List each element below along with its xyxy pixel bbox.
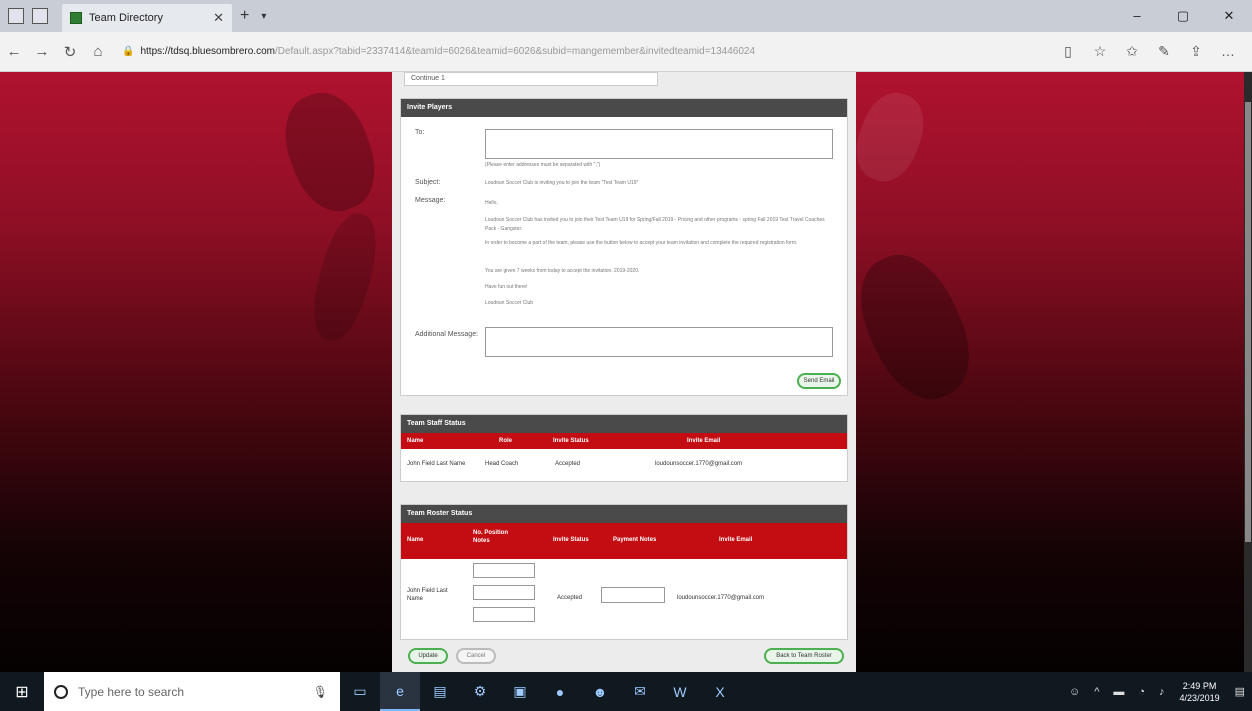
update-button[interactable]: Update [408,648,448,664]
favorite-star-icon[interactable]: ☆ [1084,43,1116,60]
clock[interactable]: 2:49 PM 4/23/2019 [1180,680,1220,704]
people-icon[interactable]: ☻ [580,672,620,711]
additional-message-label: Additional Message: [415,331,479,338]
action-center-icon[interactable]: ▤ [1235,685,1245,698]
url-host: https://tdsq.bluesombrero.com [140,46,275,57]
scrollbar[interactable] [1244,72,1252,672]
tab-title: Team Directory [89,12,163,24]
refresh-icon[interactable]: ↻ [56,43,84,61]
to-hint: (Please enter addresses must be separate… [485,162,601,168]
col-name: Name [407,438,424,444]
staff-role: Head Coach [485,461,519,467]
clock-date: 4/23/2019 [1179,692,1220,703]
message-line: In order to become a part of the team, p… [485,240,798,246]
background-player-figure [271,81,389,223]
more-icon[interactable]: … [1212,43,1244,60]
word-icon[interactable]: W [660,672,700,711]
battery-icon[interactable]: ▬ [1113,686,1124,698]
top-box: Continue 1 [404,72,658,86]
network-icon[interactable]: ◔ [1138,686,1145,698]
background-player-figure [842,240,988,414]
background-player-figure [304,207,386,347]
staff-table-header: Name Role Invite Status Invite Email [401,433,847,449]
file-explorer-icon[interactable]: ▤ [420,672,460,711]
mail-icon[interactable]: ✉ [620,672,660,711]
volume-icon[interactable]: ♪ [1159,686,1165,698]
favicon-icon [70,12,82,24]
home-icon[interactable]: ⌂ [84,43,112,60]
address-bar: ← → ↻ ⌂ 🔒 https://tdsq.bluesombrero.com … [0,32,1252,72]
page-background: Continue 1 Invite Players To: (Please en… [0,72,1252,672]
back-to-roster-button[interactable]: Back to Team Roster [764,648,844,664]
cancel-button[interactable]: Cancel [456,648,496,664]
reading-view-icon[interactable]: ▯ [1052,43,1084,60]
scrollbar-thumb[interactable] [1245,102,1251,542]
message-line: Hello, [485,200,498,206]
tab-back-icon[interactable] [32,8,48,24]
forward-icon[interactable]: → [28,43,56,60]
back-icon[interactable]: ← [0,43,28,60]
excel-icon[interactable]: X [700,672,740,711]
browser-tab[interactable]: Team Directory ✕ [62,4,232,32]
col-invite-status: Invite Status [553,438,589,444]
cortana-icon [54,684,68,699]
message-line: Have fun out there! [485,284,528,290]
task-view-icon[interactable]: ▭ [340,672,380,711]
roster-status: Accepted [557,595,583,601]
chrome-icon[interactable]: ● [540,672,580,711]
subject-text: Loudoun Soccer Club is inviting you to j… [485,180,639,186]
staff-name: John Field Last Name [407,461,466,467]
windows-start-icon[interactable]: ⊞ [0,682,44,702]
to-input[interactable] [485,129,833,159]
url-path: /Default.aspx?tabid=2337414&teamId=6026&… [274,46,756,57]
taskbar: ⊞ Type here to search 🎙 ▭ e ▤ ⚙ ▣ ● ☻ ✉ … [0,672,1252,711]
staff-header: Team Staff Status [401,415,847,433]
staff-email: loudounsoccer.1770@gmail.com [655,461,743,467]
microphone-icon[interactable]: 🎙 [313,685,328,699]
lock-icon: 🔒 [122,46,135,57]
store-icon[interactable]: ▣ [500,672,540,711]
show-hidden-icons-chevron-icon[interactable]: ^ [1094,686,1099,698]
maximize-icon[interactable]: ▢ [1160,8,1206,24]
additional-message-input[interactable] [485,327,833,357]
send-email-button[interactable]: Send Email [797,373,841,389]
pen-icon[interactable]: ✎ [1148,43,1180,60]
people-tray-icon[interactable]: ☺ [1069,686,1080,698]
message-line: Loudoun Soccer Club has invited you to j… [485,217,825,232]
tab-list-chevron-icon[interactable]: ▾ [261,11,266,22]
edge-browser-icon[interactable]: e [380,672,420,711]
table-row: John Field Last Name Accepted loudounsoc… [401,505,847,639]
col-role: Role [499,438,513,444]
clock-time: 2:49 PM [1182,680,1217,691]
url-field[interactable]: 🔒 https://tdsq.bluesombrero.com /Default… [122,39,1002,65]
invite-players-panel: Invite Players To: (Please enter address… [400,98,848,396]
roster-email: loudounsoccer.1770@gmail.com [677,595,765,601]
invite-header: Invite Players [401,99,847,117]
background-player-figure [846,84,934,190]
taskbar-search[interactable]: Type here to search 🎙 [44,672,340,711]
to-label: To: [415,129,425,136]
col-invite-email: Invite Email [687,438,721,444]
tab-close-icon[interactable]: ✕ [213,10,224,26]
team-roster-status-panel: Team Roster Status Name No. Position Not… [400,504,848,640]
close-window-icon[interactable]: ✕ [1206,8,1252,24]
favorites-icon[interactable]: ✩ [1116,43,1148,60]
search-placeholder: Type here to search [78,684,185,699]
share-icon[interactable]: ⇪ [1180,43,1212,60]
tab-actions-icon[interactable] [8,8,24,24]
message-line: You are given 7 weeks from today to acce… [485,268,640,274]
team-staff-status-panel: Team Staff Status Name Role Invite Statu… [400,414,848,482]
message-line: Loudoun Soccer Club [485,300,534,306]
message-label: Message: [415,197,446,204]
network-app-icon[interactable]: ⚙ [460,672,500,711]
minimize-icon[interactable]: – [1114,8,1160,24]
new-tab-icon[interactable]: + [240,7,249,25]
staff-status: Accepted [555,461,581,467]
roster-name: John Field Last Name [407,588,448,602]
browser-titlebar: Team Directory ✕ + ▾ – ▢ ✕ [0,0,1252,32]
table-row: John Field Last Name Head Coach Accepted… [401,449,847,479]
payment-notes-input[interactable] [601,587,665,603]
subject-label: Subject: [415,179,441,186]
main-page: Continue 1 Invite Players To: (Please en… [392,72,856,672]
